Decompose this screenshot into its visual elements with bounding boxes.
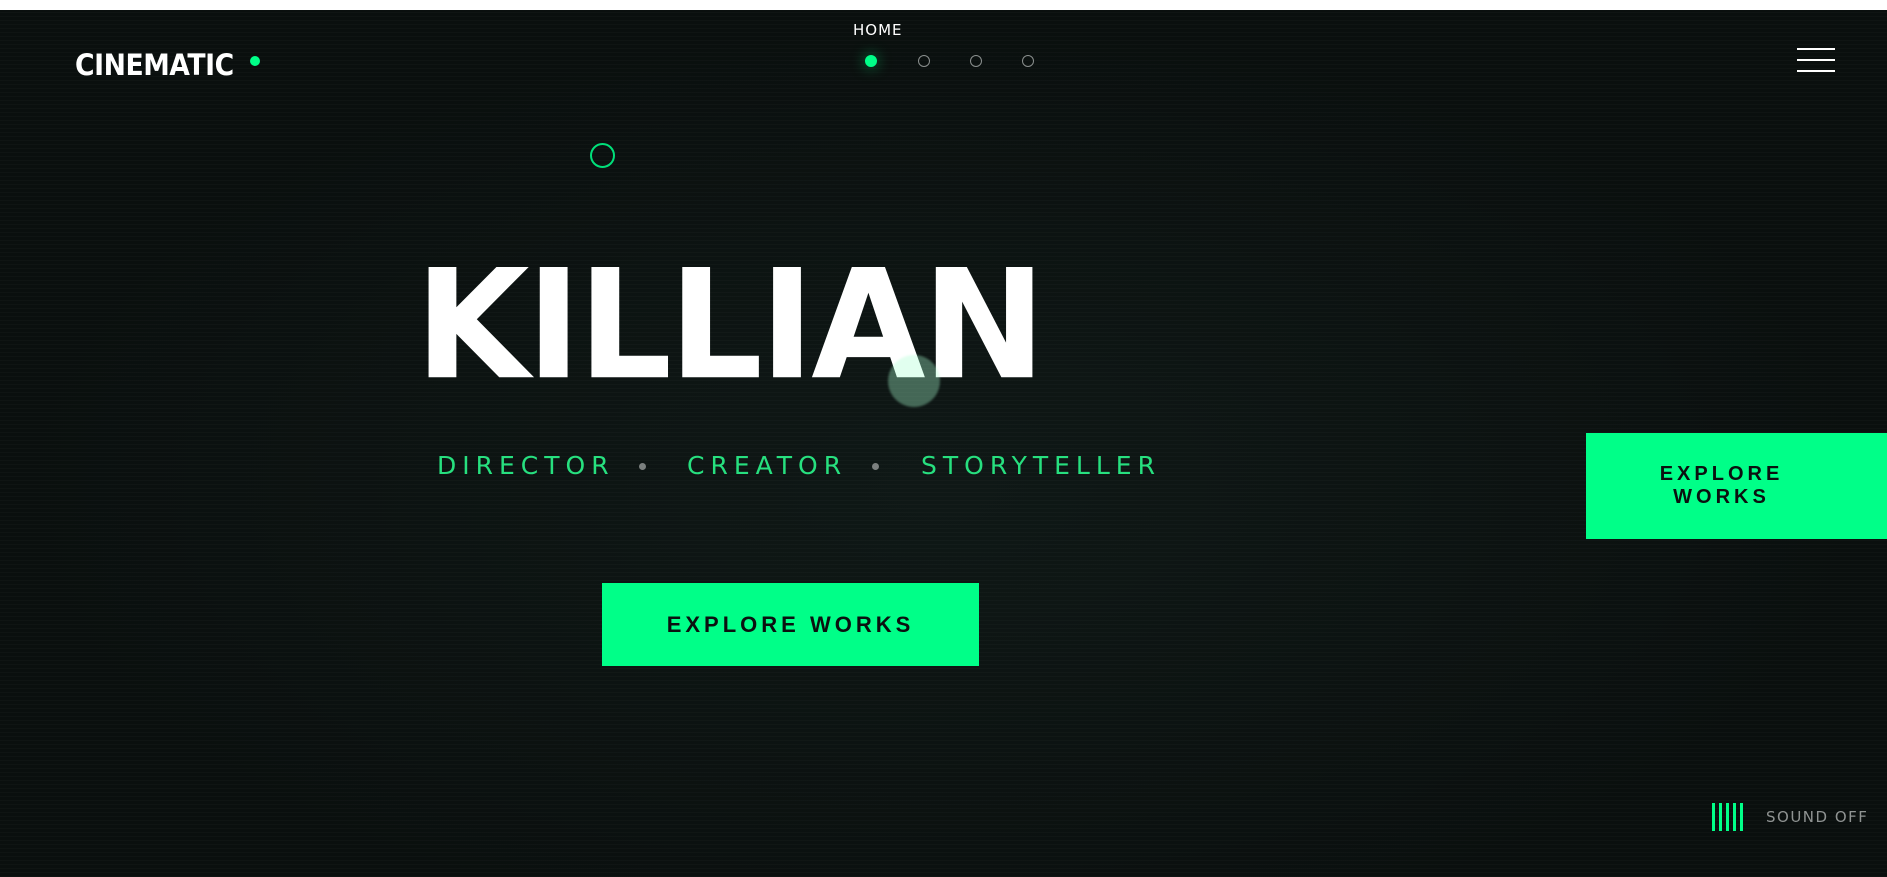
nav-dot-2[interactable] bbox=[918, 55, 930, 67]
logo-dot-icon bbox=[250, 56, 260, 66]
current-section-label: HOME bbox=[853, 21, 903, 39]
side-explore-works-button[interactable]: EXPLORE WORKS bbox=[1586, 433, 1887, 539]
hero-section: CINEMATIC HOME KILLIAN DIRECTOR CREATOR … bbox=[0, 10, 1887, 877]
nav-dot-3[interactable] bbox=[970, 55, 982, 67]
nav-dot-home[interactable] bbox=[865, 55, 877, 67]
side-cta-line-2: WORKS bbox=[1673, 486, 1770, 508]
tagline-separator-dot bbox=[872, 463, 879, 470]
cursor-ring-icon bbox=[590, 143, 615, 168]
hamburger-menu-icon[interactable] bbox=[1797, 48, 1835, 76]
sound-bars-icon[interactable] bbox=[1712, 803, 1748, 831]
tagline-director: DIRECTOR bbox=[437, 451, 615, 480]
side-cta-line-1: EXPLORE bbox=[1659, 463, 1784, 485]
explore-works-button[interactable]: EXPLORE WORKS bbox=[602, 583, 979, 666]
sound-toggle-label[interactable]: SOUND OFF bbox=[1766, 808, 1868, 826]
tagline-separator-dot bbox=[639, 463, 646, 470]
tagline-storyteller: STORYTELLER bbox=[921, 451, 1161, 480]
tagline-creator: CREATOR bbox=[687, 451, 848, 480]
hero-title: KILLIAN bbox=[415, 237, 1046, 414]
cursor-glow bbox=[888, 355, 940, 407]
brand-logo[interactable]: CINEMATIC bbox=[75, 48, 234, 82]
nav-dot-4[interactable] bbox=[1022, 55, 1034, 67]
